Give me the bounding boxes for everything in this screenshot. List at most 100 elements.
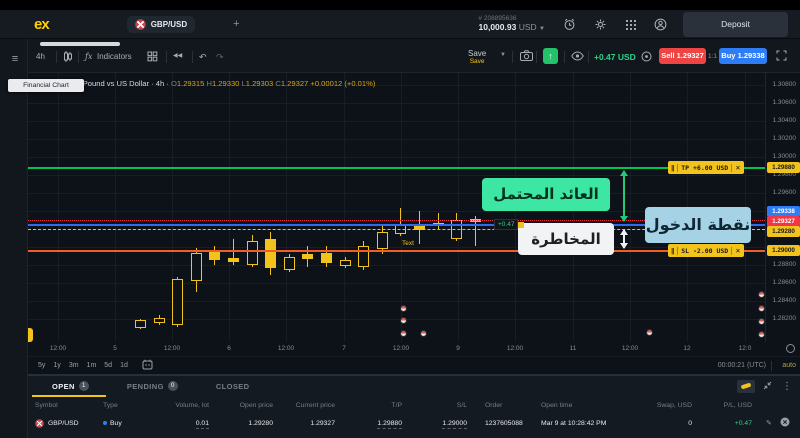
range-1y[interactable]: 1y: [53, 362, 60, 369]
row-tp[interactable]: 1.29880: [377, 419, 402, 429]
timezone-icon[interactable]: [786, 344, 795, 353]
take-profit-line[interactable]: [28, 167, 765, 169]
annotation-risk[interactable]: المخاطرة: [518, 223, 614, 255]
range-5d[interactable]: 5d: [104, 362, 112, 369]
exness-logo: ex: [34, 15, 50, 33]
edit-position-icon[interactable]: ✎: [756, 419, 776, 427]
event-marker-icon[interactable]: [400, 305, 407, 312]
left-rail: [0, 39, 28, 438]
tab-open[interactable]: OPEN 1: [52, 381, 89, 391]
fx-icon[interactable]: ƒx: [85, 52, 92, 61]
stop-loss-line[interactable]: [28, 250, 765, 252]
time-tick: 11: [569, 345, 577, 352]
range-1m[interactable]: 1m: [87, 362, 97, 369]
chart-plot-area[interactable]: Great Britain Pound vs US Dollar · 4h · …: [28, 73, 765, 342]
session-clock[interactable]: 00:00:21 (UTC): [718, 362, 766, 369]
active-tab-indicator: [32, 395, 106, 397]
event-marker-icon[interactable]: [646, 329, 653, 336]
auto-scale-toggle[interactable]: auto: [782, 362, 796, 369]
row-symbol: GBP/USD: [48, 419, 79, 427]
tab-scroll-indicator[interactable]: [40, 42, 120, 46]
time-tick: 12:00: [392, 345, 410, 352]
time-tick: 12:00: [506, 345, 524, 352]
target-icon[interactable]: [641, 51, 652, 64]
event-marker-icon[interactable]: [758, 318, 765, 325]
event-marker-icon[interactable]: [400, 330, 407, 337]
row-open-time: Mar 9 at 10:28:42 PM: [541, 419, 607, 427]
profile-icon[interactable]: [654, 18, 667, 31]
save-chevron-icon[interactable]: ▼: [500, 52, 506, 58]
event-marker-icon[interactable]: [758, 291, 765, 298]
time-tick: 12:00: [163, 345, 181, 352]
chart-style-icon[interactable]: [63, 51, 73, 64]
menu-hamburger-icon[interactable]: ≡: [8, 53, 22, 65]
tab-pending[interactable]: PENDING 0: [127, 381, 178, 391]
apps-grid-icon[interactable]: [625, 18, 636, 30]
time-tick: 12:00: [277, 345, 295, 352]
h-gridline: [28, 175, 765, 176]
h-gridline: [28, 139, 765, 140]
save-control[interactable]: Save Save: [468, 49, 486, 65]
event-marker-icon[interactable]: [420, 330, 427, 337]
row-sl[interactable]: 1.29000: [442, 419, 467, 429]
redo-icon[interactable]: ↷: [216, 52, 224, 63]
close-position-icon[interactable]: [776, 417, 794, 429]
calendar-icon[interactable]: [142, 359, 153, 372]
annotation-entry-point[interactable]: نقطة الدخول: [645, 207, 751, 243]
event-marker-icon[interactable]: [758, 331, 765, 338]
settings-gear-icon[interactable]: [594, 18, 607, 31]
sl-label[interactable]: ∥ SL -2.00 USD ✕: [668, 244, 744, 257]
text-note[interactable]: Text: [402, 240, 414, 247]
layout-grid-icon[interactable]: [147, 51, 158, 64]
range-3m[interactable]: 3m: [69, 362, 79, 369]
rewind-icon[interactable]: ◀◀: [173, 52, 182, 59]
sell-button[interactable]: Sell 1.29327: [659, 48, 706, 64]
position-pl-tag[interactable]: +0.47: [494, 219, 526, 230]
panel-menu-dots-icon[interactable]: ⋮: [782, 381, 792, 392]
alerts-icon[interactable]: [563, 18, 576, 31]
fullscreen-icon[interactable]: [776, 50, 787, 63]
timeframe-button[interactable]: 4h: [36, 52, 45, 61]
account-balance: 10,000.93: [478, 22, 517, 33]
camera-icon[interactable]: [520, 50, 533, 63]
row-type: Buy: [110, 419, 122, 427]
account-switcher[interactable]: # 208895636 10,000.93 USD ▼: [479, 15, 545, 34]
instrument-tab-gbpusd[interactable]: GBP/USD: [126, 15, 196, 33]
candlestick: [228, 258, 239, 263]
quick-buy-button[interactable]: ↑: [543, 48, 558, 64]
row-volume[interactable]: 0.01: [195, 419, 209, 429]
quick-marker-icon[interactable]: [737, 379, 755, 393]
tp-close-icon[interactable]: ✕: [731, 163, 743, 172]
sl-close-icon[interactable]: ✕: [731, 246, 743, 255]
time-axis[interactable]: 12:00 5 12:00 6 12:00 7 12:00 9 12:00 11 12:00 12 12…: [28, 342, 800, 356]
add-instrument-button[interactable]: +: [233, 18, 239, 30]
collapse-panel-icon[interactable]: [763, 381, 772, 392]
undo-icon[interactable]: ↶: [199, 52, 207, 63]
tp-label[interactable]: ∥ TP +6.00 USD ✕: [668, 161, 744, 174]
time-tick: 6: [227, 345, 231, 352]
position-row[interactable]: GBP/USD Buy 0.01 1.29280 1.29327 1.29880…: [28, 412, 800, 434]
trading-terminal: ex GBP/USD + # 208895636 10,000.93 USD ▼…: [0, 0, 800, 438]
indicators-button[interactable]: Indicators: [97, 52, 132, 61]
save-tooltip: Save: [469, 58, 485, 65]
h-gridline: [28, 193, 765, 194]
price-axis[interactable]: 1.29880 1.29338 1.29327 1.29280 1.29000 …: [765, 73, 800, 342]
price-tick: 1.28600: [772, 279, 797, 286]
annotation-potential-return[interactable]: العائد المحتمل: [482, 178, 610, 211]
price-tick: 1.30400: [772, 117, 797, 124]
deposit-button[interactable]: Deposit: [683, 11, 788, 37]
eye-icon[interactable]: [571, 51, 584, 63]
open-count-badge: 1: [78, 381, 89, 391]
row-open-price: 1.29280: [248, 419, 273, 427]
tp-price-badge: 1.29880: [767, 162, 800, 173]
price-tick: 1.30600: [772, 99, 797, 106]
range-5y[interactable]: 5y: [38, 362, 45, 369]
event-marker-icon[interactable]: [758, 305, 765, 312]
range-1d[interactable]: 1d: [120, 362, 128, 369]
time-tick: 12:0: [738, 345, 752, 352]
event-marker-icon[interactable]: [400, 317, 407, 324]
buy-button[interactable]: Buy 1.29338: [719, 48, 767, 64]
tab-closed[interactable]: CLOSED: [216, 382, 250, 391]
candlestick: [246, 241, 258, 266]
h-gridline: [28, 283, 765, 284]
